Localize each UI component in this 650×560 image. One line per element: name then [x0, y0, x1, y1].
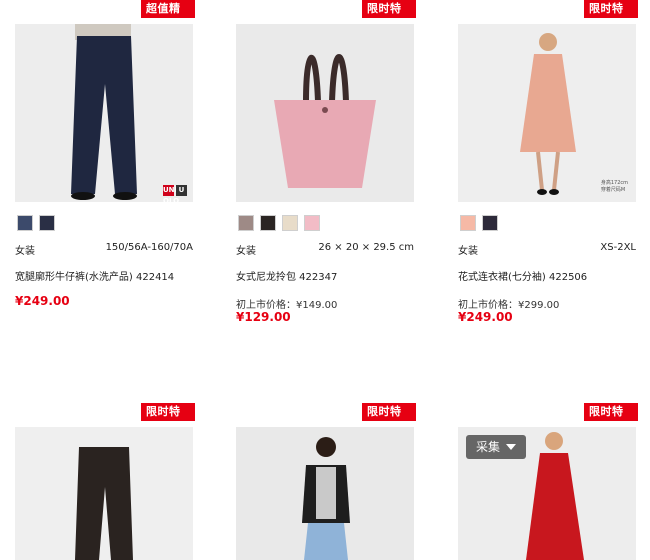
jeans-image: [15, 24, 193, 202]
promo-badge: 限时特优: [141, 403, 195, 436]
size: XS-2XL: [600, 242, 636, 253]
product-name[interactable]: 宽腿廓形牛仔裤(水洗产品) 422414: [15, 268, 174, 283]
original-price: 初上市价格：¥149.00: [236, 300, 338, 311]
bag-image: [236, 24, 414, 202]
model-image: [236, 427, 414, 560]
color-swatches: [460, 215, 498, 231]
color-swatches: [238, 215, 320, 231]
category: 女装: [236, 246, 256, 257]
logo-u: U: [176, 185, 187, 196]
caret-down-icon: [506, 444, 517, 450]
promo-badge: 限时特优: [362, 0, 416, 33]
promo-badge: 限时特优: [362, 403, 416, 436]
product-image[interactable]: UNI QLO U: [15, 24, 193, 202]
dress-image: [458, 24, 636, 202]
swatch[interactable]: [17, 215, 33, 231]
size: 150/56A-160/70A: [105, 242, 193, 253]
logo-uniqlo: UNI QLO: [163, 185, 180, 202]
swatch[interactable]: [460, 215, 476, 231]
model-size-note: 身高172cm 穿着尺码M: [601, 180, 628, 194]
model-size: 穿着尺码M: [600, 187, 626, 193]
swatch[interactable]: [39, 215, 55, 231]
promo-badge: 限时特优: [584, 403, 638, 436]
price: ¥249.00: [458, 310, 513, 324]
product-image[interactable]: [236, 427, 414, 560]
price: ¥249.00: [15, 294, 70, 308]
swatch[interactable]: [304, 215, 320, 231]
category: 女装: [15, 246, 35, 257]
swatch[interactable]: [238, 215, 254, 231]
product-image[interactable]: [236, 24, 414, 202]
uniqlo-logo: UNI QLO U: [163, 185, 187, 202]
product-image[interactable]: 身高172cm 穿着尺码M: [458, 24, 636, 202]
promo-badge: 限时特优: [584, 0, 638, 33]
model-height: 身高172cm: [600, 180, 628, 186]
original-price: 初上市价格：¥299.00: [458, 300, 560, 311]
swatch[interactable]: [260, 215, 276, 231]
size: 26 × 20 × 29.5 cm: [318, 242, 414, 253]
product-name[interactable]: 花式连衣裙(七分袖) 422506: [458, 268, 587, 283]
color-swatches: [17, 215, 55, 231]
promo-badge: 超值精选: [141, 0, 195, 33]
product-image[interactable]: [15, 427, 193, 560]
product-image[interactable]: 采集: [458, 427, 636, 560]
pants-image: [15, 427, 193, 560]
collect-button[interactable]: 采集: [466, 435, 527, 459]
price: ¥129.00: [236, 310, 291, 324]
swatch[interactable]: [282, 215, 298, 231]
product-name[interactable]: 女式尼龙拎包 422347: [236, 268, 337, 283]
category: 女装: [458, 246, 478, 257]
swatch[interactable]: [482, 215, 498, 231]
collect-label: 采集: [476, 440, 501, 454]
